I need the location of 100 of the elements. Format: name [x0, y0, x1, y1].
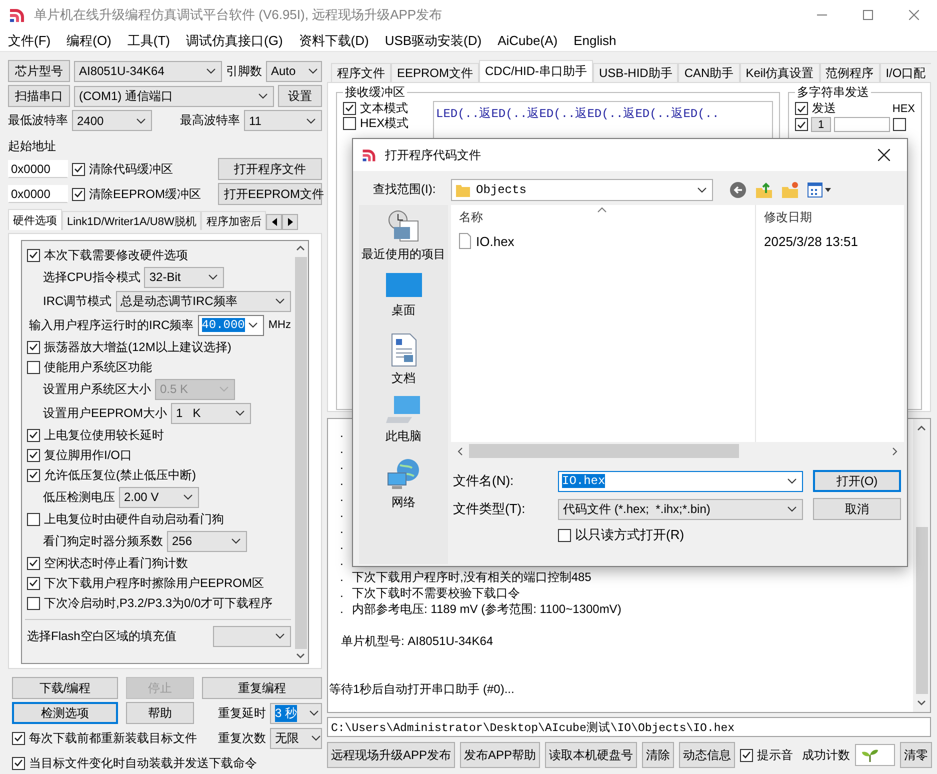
reset-button[interactable]: 清零 — [900, 742, 932, 768]
column-header[interactable]: 修改日期 — [764, 209, 896, 225]
filename-field[interactable]: IO.hex — [558, 470, 803, 492]
scroll-left-button[interactable] — [266, 214, 282, 230]
document-icon[interactable] — [390, 333, 418, 367]
tab[interactable]: Link1D/Writer1A/U8W脱机 — [62, 211, 202, 230]
checkbox[interactable] — [27, 556, 40, 570]
tab[interactable]: Keil仿真设置 — [740, 63, 820, 82]
file-name[interactable]: IO.hex — [476, 234, 514, 248]
dialog-button[interactable]: 取消 — [813, 498, 901, 520]
checkbox[interactable] — [72, 162, 85, 176]
dropdown[interactable]: 256 — [167, 530, 247, 552]
checkbox[interactable] — [795, 118, 808, 131]
network-icon[interactable] — [386, 457, 422, 491]
scrollbar-thumb[interactable] — [916, 527, 928, 694]
dropdown[interactable]: 32-Bit — [144, 266, 224, 288]
dropdown[interactable]: 总是动态调节IRC频率 — [116, 290, 291, 312]
checkbox[interactable] — [27, 576, 40, 590]
tab[interactable]: CAN助手 — [678, 63, 740, 82]
checkbox[interactable] — [12, 756, 25, 770]
chevron-down-icon[interactable] — [917, 700, 926, 706]
tab[interactable]: 范例程序 — [820, 63, 880, 82]
scrollbar-thumb[interactable] — [469, 444, 739, 458]
toolbar-button[interactable]: 清除 — [642, 742, 674, 768]
dropdown[interactable]: 代码文件 (*.hex; *.ihx;*.bin) — [558, 498, 803, 520]
dropdown[interactable]: 2400 — [72, 110, 152, 131]
checkbox[interactable] — [12, 732, 25, 744]
dropdown[interactable]: 3 秒 — [270, 702, 322, 724]
checkbox[interactable] — [27, 340, 40, 354]
send-text-field[interactable] — [834, 117, 890, 132]
scrollbar[interactable] — [293, 240, 309, 664]
menu-item[interactable]: AiCube(A) — [490, 33, 566, 48]
dropdown[interactable]: 无限 — [270, 728, 322, 748]
checkbox[interactable] — [27, 248, 40, 262]
tab[interactable]: 程序加密后 — [201, 211, 266, 230]
checkbox[interactable] — [27, 596, 40, 610]
new-folder-icon[interactable] — [781, 180, 799, 198]
recent-items-icon[interactable] — [386, 209, 422, 243]
chevron-up-icon[interactable] — [917, 425, 926, 431]
checkbox[interactable] — [27, 468, 40, 482]
dropdown[interactable]: AI8051U-34K64 — [74, 60, 222, 82]
address-field[interactable]: 0x0000 — [8, 185, 68, 203]
open-file-button[interactable]: 打开EEPROM文件 — [218, 183, 322, 205]
checkbox[interactable] — [893, 118, 906, 131]
menu-item[interactable]: USB驱动安装(D) — [376, 32, 490, 50]
scrollbar[interactable] — [913, 419, 930, 712]
back-icon[interactable] — [729, 180, 747, 198]
checkbox[interactable] — [343, 116, 356, 130]
checkbox[interactable] — [72, 188, 85, 200]
checkbox[interactable] — [27, 448, 40, 462]
view-menu-icon[interactable] — [807, 182, 831, 198]
action-button[interactable]: 下载/编程 — [12, 677, 118, 699]
dropdown[interactable]: 2.00 V — [119, 486, 199, 508]
settings-button[interactable]: 设置 — [278, 85, 322, 107]
action-button[interactable]: 检测选项 — [12, 702, 118, 724]
file-path-field[interactable]: C:\Users\Administrator\Desktop\AIcube测试\IO\Objects\IO.hex — [327, 717, 931, 737]
send-button[interactable]: 1 — [811, 117, 831, 132]
tab[interactable]: EEPROM文件 — [391, 63, 480, 82]
desktop-icon[interactable] — [384, 271, 422, 299]
checkbox[interactable] — [27, 512, 40, 526]
toolbar-button[interactable]: 读取本机硬盘号 — [545, 742, 638, 768]
column-header[interactable]: 名称 — [459, 209, 483, 225]
chevron-down-icon[interactable] — [296, 653, 305, 659]
close-icon[interactable] — [878, 149, 890, 161]
action-button[interactable]: 帮助 — [126, 702, 194, 724]
toolbar-button[interactable]: 发布APP帮助 — [460, 742, 540, 768]
scan-port-button[interactable]: 扫描串口 — [8, 85, 70, 107]
toolbar-button[interactable]: 远程现场升级APP发布 — [327, 742, 456, 768]
dropdown[interactable]: Auto — [266, 60, 322, 82]
checkbox[interactable] — [27, 428, 40, 442]
dropdown[interactable]: 1 K — [171, 402, 252, 424]
checkbox[interactable] — [343, 102, 356, 114]
address-field[interactable]: 0x0000 — [8, 160, 68, 178]
chip-model-button[interactable]: 芯片型号 — [8, 60, 70, 82]
scrollbar-thumb[interactable] — [294, 257, 306, 649]
checkbox[interactable] — [795, 102, 808, 115]
menu-item[interactable]: 资料下载(D) — [290, 32, 377, 50]
checkbox[interactable] — [740, 748, 754, 762]
maximize-icon[interactable] — [863, 10, 873, 20]
action-button[interactable]: 重复编程 — [202, 677, 322, 699]
chevron-up-icon[interactable] — [296, 245, 305, 251]
tab[interactable]: 硬件选项 — [8, 209, 62, 230]
chevron-left-icon[interactable] — [457, 446, 463, 456]
tab[interactable]: 程序文件 — [331, 63, 391, 82]
dialog-button[interactable]: 打开(O) — [813, 470, 901, 492]
menu-item[interactable]: 文件(F) — [0, 32, 59, 50]
toolbar-button[interactable]: 动态信息 — [679, 742, 736, 768]
scroll-right-button[interactable] — [282, 214, 298, 230]
dropdown[interactable]: (COM1) 通信端口 — [74, 86, 274, 106]
dropdown[interactable]: 11 — [244, 110, 322, 131]
tab[interactable]: USB-HID助手 — [593, 63, 678, 82]
tab[interactable]: I/O口配 — [880, 63, 931, 82]
dropdown[interactable]: Objects — [451, 178, 713, 200]
tab[interactable]: CDC/HID-串口助手 — [479, 60, 594, 82]
chevron-right-icon[interactable] — [892, 446, 898, 456]
checkbox[interactable] — [27, 360, 40, 374]
checkbox[interactable] — [558, 528, 571, 542]
frequency-combo[interactable]: 40.000 — [198, 314, 264, 336]
folder-up-icon[interactable] — [755, 180, 773, 198]
menu-item[interactable]: 编程(O) — [58, 32, 120, 50]
